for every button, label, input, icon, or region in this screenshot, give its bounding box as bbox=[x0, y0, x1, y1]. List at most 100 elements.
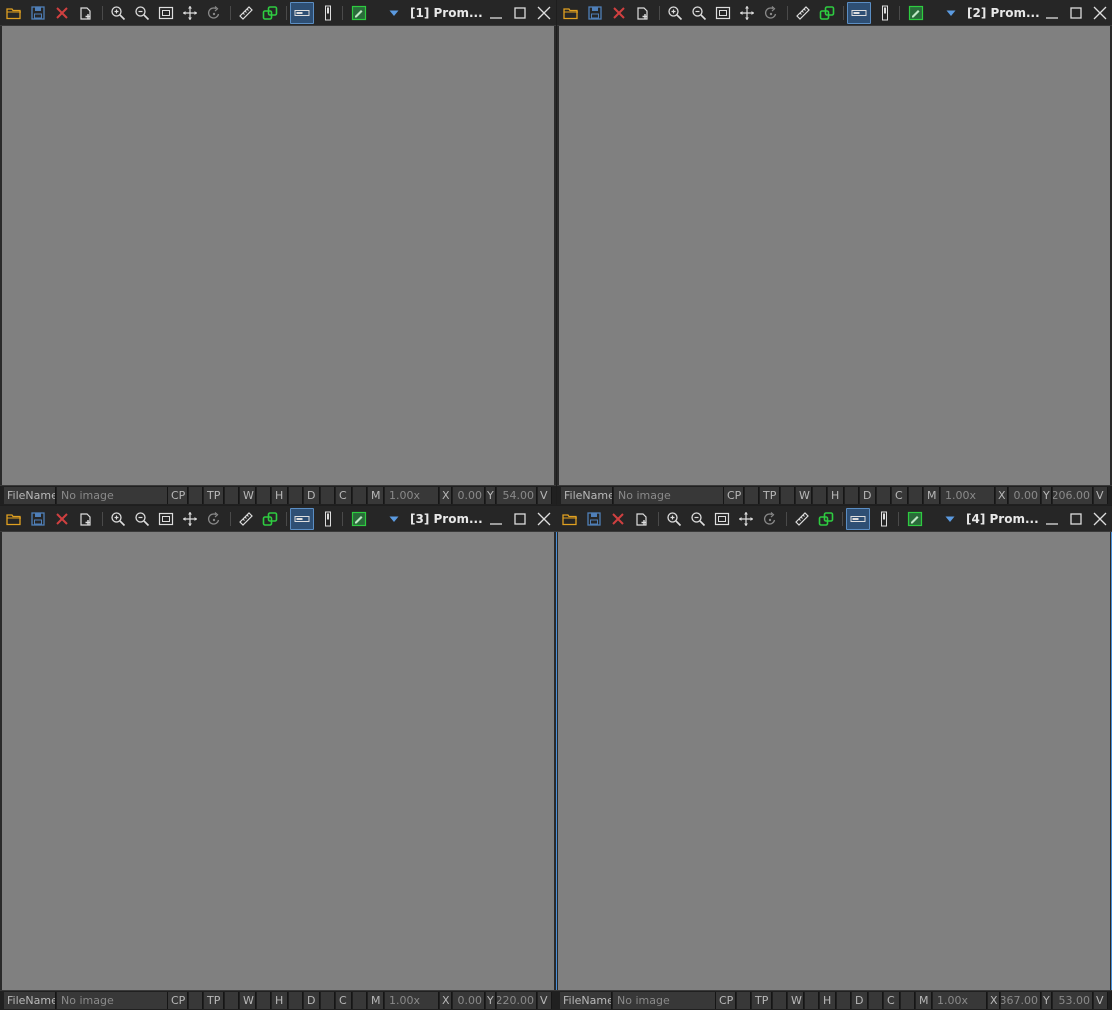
status-filename-value: No image bbox=[614, 487, 724, 504]
save-icon[interactable] bbox=[28, 3, 48, 23]
overlay-icon[interactable] bbox=[816, 509, 836, 529]
close-image-icon[interactable] bbox=[609, 3, 629, 23]
rotate-icon[interactable] bbox=[204, 3, 224, 23]
status-v: V bbox=[1094, 992, 1108, 1009]
overlay-icon[interactable] bbox=[260, 3, 280, 23]
horizontal-layout-icon[interactable] bbox=[846, 508, 870, 530]
status-h: H bbox=[828, 487, 844, 504]
status-w-value bbox=[257, 992, 271, 1009]
open-folder-icon[interactable] bbox=[560, 509, 580, 529]
new-file-icon[interactable] bbox=[76, 3, 96, 23]
close-icon[interactable] bbox=[1090, 509, 1110, 529]
pan-icon[interactable] bbox=[180, 3, 200, 23]
annotation-icon[interactable] bbox=[349, 3, 369, 23]
fit-to-window-icon[interactable] bbox=[712, 509, 732, 529]
status-c: C bbox=[336, 487, 352, 504]
maximize-icon[interactable] bbox=[1066, 509, 1086, 529]
rotate-icon[interactable] bbox=[760, 509, 780, 529]
open-folder-icon[interactable] bbox=[4, 509, 24, 529]
close-image-icon[interactable] bbox=[52, 509, 72, 529]
pane-title[interactable]: [2] Prom... bbox=[967, 0, 1040, 26]
pane-title[interactable]: [4] Prom... bbox=[966, 506, 1039, 532]
fit-to-window-icon[interactable] bbox=[713, 3, 733, 23]
annotation-icon[interactable] bbox=[349, 509, 369, 529]
dropdown-arrow-icon[interactable] bbox=[384, 3, 404, 23]
close-icon[interactable] bbox=[534, 3, 554, 23]
vertical-layout-icon[interactable] bbox=[318, 509, 338, 529]
ruler-icon[interactable] bbox=[793, 3, 813, 23]
minimize-icon[interactable] bbox=[486, 509, 506, 529]
zoom-out-icon[interactable] bbox=[132, 509, 152, 529]
pane-toolbar: [4] Prom... bbox=[556, 506, 1112, 532]
status-d: D bbox=[852, 992, 868, 1009]
status-c-value bbox=[353, 487, 367, 504]
vertical-layout-icon[interactable] bbox=[875, 3, 895, 23]
vertical-layout-icon[interactable] bbox=[318, 3, 338, 23]
image-viewport[interactable] bbox=[559, 26, 1110, 485]
horizontal-layout-icon[interactable] bbox=[290, 508, 314, 530]
status-tp-value bbox=[781, 487, 795, 504]
rotate-icon[interactable] bbox=[204, 509, 224, 529]
dropdown-arrow-icon[interactable] bbox=[941, 3, 961, 23]
ruler-icon[interactable] bbox=[236, 3, 256, 23]
horizontal-layout-icon[interactable] bbox=[847, 2, 871, 24]
close-image-icon[interactable] bbox=[608, 509, 628, 529]
status-x-value: 0.00 bbox=[453, 487, 485, 504]
close-icon[interactable] bbox=[1090, 3, 1110, 23]
status-w: W bbox=[788, 992, 804, 1009]
minimize-icon[interactable] bbox=[1042, 509, 1062, 529]
zoom-out-icon[interactable] bbox=[688, 509, 708, 529]
status-y: Y bbox=[486, 992, 496, 1009]
status-cp-value bbox=[189, 992, 203, 1009]
zoom-in-icon[interactable] bbox=[664, 509, 684, 529]
pane-toolbar: [2] Prom... bbox=[557, 0, 1112, 26]
zoom-in-icon[interactable] bbox=[665, 3, 685, 23]
new-file-icon[interactable] bbox=[632, 509, 652, 529]
status-bar: FileName No image CP TP W H D C M 1.00x … bbox=[556, 990, 1112, 1010]
status-x-value: 367.00 bbox=[1001, 992, 1041, 1009]
ruler-icon[interactable] bbox=[792, 509, 812, 529]
status-m: M bbox=[916, 992, 932, 1009]
dropdown-arrow-icon[interactable] bbox=[940, 509, 960, 529]
pan-icon[interactable] bbox=[736, 509, 756, 529]
zoom-in-icon[interactable] bbox=[108, 3, 128, 23]
status-filename-value: No image bbox=[57, 992, 168, 1009]
fit-to-window-icon[interactable] bbox=[156, 3, 176, 23]
zoom-out-icon[interactable] bbox=[132, 3, 152, 23]
fit-to-window-icon[interactable] bbox=[156, 509, 176, 529]
maximize-icon[interactable] bbox=[510, 509, 530, 529]
overlay-icon[interactable] bbox=[260, 509, 280, 529]
dropdown-arrow-icon[interactable] bbox=[384, 509, 404, 529]
minimize-icon[interactable] bbox=[486, 3, 506, 23]
pane-title[interactable]: [3] Prom... bbox=[410, 506, 483, 532]
horizontal-layout-icon[interactable] bbox=[290, 2, 314, 24]
maximize-icon[interactable] bbox=[1066, 3, 1086, 23]
annotation-icon[interactable] bbox=[905, 509, 925, 529]
minimize-icon[interactable] bbox=[1042, 3, 1062, 23]
maximize-icon[interactable] bbox=[510, 3, 530, 23]
status-y: Y bbox=[1042, 487, 1052, 504]
save-icon[interactable] bbox=[585, 3, 605, 23]
vertical-layout-icon[interactable] bbox=[874, 509, 894, 529]
open-folder-icon[interactable] bbox=[4, 3, 24, 23]
new-file-icon[interactable] bbox=[633, 3, 653, 23]
status-c-value bbox=[901, 992, 915, 1009]
overlay-icon[interactable] bbox=[817, 3, 837, 23]
image-viewport[interactable] bbox=[2, 532, 554, 990]
zoom-in-icon[interactable] bbox=[108, 509, 128, 529]
new-file-icon[interactable] bbox=[76, 509, 96, 529]
annotation-icon[interactable] bbox=[906, 3, 926, 23]
zoom-out-icon[interactable] bbox=[689, 3, 709, 23]
image-viewport[interactable] bbox=[2, 26, 554, 485]
image-viewport[interactable] bbox=[558, 532, 1110, 990]
open-folder-icon[interactable] bbox=[561, 3, 581, 23]
pane-title[interactable]: [1] Prom... bbox=[410, 0, 483, 26]
pan-icon[interactable] bbox=[180, 509, 200, 529]
close-image-icon[interactable] bbox=[52, 3, 72, 23]
save-icon[interactable] bbox=[584, 509, 604, 529]
pan-icon[interactable] bbox=[737, 3, 757, 23]
save-icon[interactable] bbox=[28, 509, 48, 529]
rotate-icon[interactable] bbox=[761, 3, 781, 23]
ruler-icon[interactable] bbox=[236, 509, 256, 529]
close-icon[interactable] bbox=[534, 509, 554, 529]
